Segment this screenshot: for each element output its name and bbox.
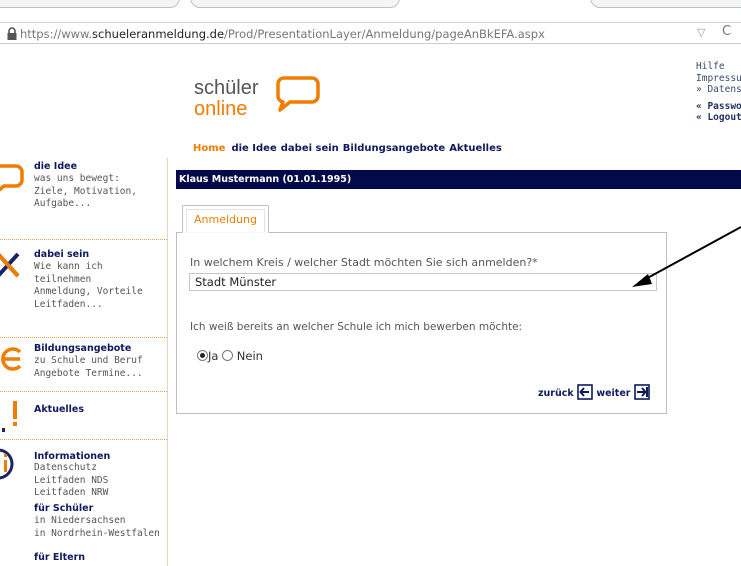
speech-bubble-logo-icon <box>276 76 320 112</box>
browser-tab[interactable] <box>590 0 741 8</box>
sidebar-desc-line: Aufgabe... <box>34 198 92 209</box>
arrow-circle-icon <box>1 347 22 371</box>
sidebar-item-die-idee[interactable]: die Idee was uns bewegt: Ziele, Motivati… <box>0 158 167 240</box>
sidebar-title[interactable]: die Idee <box>34 161 77 172</box>
nav-home[interactable]: Home <box>193 143 225 154</box>
logout-link[interactable]: « Logout <box>696 112 741 123</box>
sidebar-desc-line: teilnehmen <box>34 273 92 285</box>
password-link[interactable]: « Passwo <box>696 101 741 112</box>
sidebar-desc-line: Wie kann ich <box>34 261 103 272</box>
leitfaden-nds-link[interactable]: Leitfaden NDS <box>34 475 108 488</box>
help-link[interactable]: Hilfe <box>696 61 741 73</box>
sidebar-desc-line: Leitfaden... <box>34 298 103 310</box>
datenschutz-sidebar-link[interactable]: Datenschutz <box>34 462 108 475</box>
radio-nein[interactable] <box>222 350 234 361</box>
sidebar-desc-line: zu Schule und Beruf <box>34 355 143 366</box>
fuer-eltern-heading[interactable]: für Eltern <box>34 552 85 563</box>
school-known-radio-group: Ja Nein <box>197 349 263 363</box>
city-selected-value: Stadt Münster <box>195 275 277 289</box>
sidebar-desc: zu Schule und Beruf Angebote Termine... <box>34 355 143 380</box>
back-label[interactable]: zurück <box>538 388 574 399</box>
info-icon <box>0 448 14 480</box>
exclamation-icon <box>2 401 17 432</box>
speech-bubble-icon <box>0 164 24 192</box>
sidebar-title[interactable]: Aktuelles <box>34 404 84 415</box>
sidebar-desc: was uns bewegt: Ziele, Motivation, Aufga… <box>34 173 137 211</box>
form-navigation: zurück weiter <box>538 384 650 400</box>
leitfaden-nrw-link[interactable]: Leitfaden NRW <box>34 487 108 500</box>
lock-icon <box>7 27 17 40</box>
sidebar-item-aktuelles[interactable]: Aktuelles <box>0 392 167 440</box>
sidebar-title[interactable]: Bildungsangebote <box>34 343 131 354</box>
sidebar-item-informationen: Informationen Datenschutz Leitfaden NDS … <box>0 440 167 566</box>
impressum-link[interactable]: Impressu <box>696 73 741 85</box>
main-navigation: Home die Idee dabei sein Bildungsangebote Ak… <box>193 143 506 154</box>
registration-form-panel: In welchem Kreis / welcher Stadt möchten… <box>176 232 667 414</box>
browser-tab[interactable] <box>0 0 180 8</box>
nav-aktuelles[interactable]: Aktuelles <box>449 143 502 154</box>
radio-ja[interactable] <box>197 350 208 361</box>
school-known-question: Ich weiß bereits an welcher Schule ich m… <box>190 321 523 333</box>
sidebar-item-dabei-sein[interactable]: dabei sein Wie kann ich teilnehmen Anmel… <box>0 240 167 338</box>
logo-line1: schüler <box>194 77 259 99</box>
datenschutz-link[interactable]: » Datens <box>696 84 741 96</box>
site-logo[interactable]: schüler online <box>194 76 320 120</box>
niedersachsen-link[interactable]: in Niedersachsen <box>34 515 160 528</box>
next-arrow-icon[interactable] <box>633 384 650 400</box>
logo-line2: online <box>194 98 248 120</box>
radio-nein-label[interactable]: Nein <box>237 349 263 363</box>
user-bar: Klaus Mustermann (01.01.1995) <box>176 170 741 189</box>
address-bar[interactable]: https://www.schueleranmeldung.de/Prod/Pr… <box>0 22 741 44</box>
url-text[interactable]: https://www.schueleranmeldung.de/Prod/Pr… <box>20 27 545 41</box>
sidebar-desc: Wie kann ich teilnehmen Anmeldung, Vorte… <box>34 261 143 311</box>
sidebar-title[interactable]: dabei sein <box>34 249 89 260</box>
bookmark-dropdown-icon[interactable]: ▽ <box>697 26 705 39</box>
city-question-label: In welchem Kreis / welcher Stadt möchten… <box>190 256 538 269</box>
top-links: Hilfe Impressu » Datens « Passwo « Logou… <box>696 61 741 124</box>
cross-icon <box>0 252 20 278</box>
sidebar: die Idee was uns bewegt: Ziele, Motivati… <box>0 158 168 566</box>
radio-ja-label[interactable]: Ja <box>208 349 218 363</box>
sidebar-item-bildungsangebote[interactable]: Bildungsangebote zu Schule und Beruf Ang… <box>0 338 167 392</box>
fuer-schueler-heading[interactable]: für Schüler <box>34 503 93 514</box>
sidebar-title[interactable]: Informationen <box>34 451 110 462</box>
tab-anmeldung[interactable]: Anmeldung <box>182 205 269 233</box>
browser-tab[interactable] <box>190 0 400 8</box>
back-arrow-icon[interactable] <box>577 384 593 400</box>
nrw-link[interactable]: in Nordrhein-Westfalen <box>34 528 160 541</box>
chevron-down-icon[interactable]: ⌄ <box>645 274 653 285</box>
sidebar-desc-line: Anmeldung, Vorteile <box>34 286 143 297</box>
sidebar-desc-line: was uns bewegt: <box>34 173 120 184</box>
nav-dabei-sein[interactable]: dabei sein <box>281 143 339 154</box>
tab-label: Anmeldung <box>194 213 257 226</box>
browser-tabstrip <box>0 0 741 22</box>
city-select[interactable]: Stadt Münster ⌄ <box>189 273 657 291</box>
next-label[interactable]: weiter <box>596 388 630 399</box>
sidebar-desc-line: Ziele, Motivation, <box>34 185 137 197</box>
reload-icon[interactable]: C <box>722 24 731 39</box>
sidebar-desc: in Niedersachsen in Nordrhein-Westfalen <box>34 515 160 540</box>
sidebar-desc-line: Angebote Termine... <box>34 367 143 379</box>
logo-text: schüler online <box>194 78 258 120</box>
nav-bildungsangebote[interactable]: Bildungsangebote <box>343 143 445 154</box>
sidebar-desc: Datenschutz Leitfaden NDS Leitfaden NRW <box>34 462 108 500</box>
nav-die-idee[interactable]: die Idee <box>231 143 276 154</box>
